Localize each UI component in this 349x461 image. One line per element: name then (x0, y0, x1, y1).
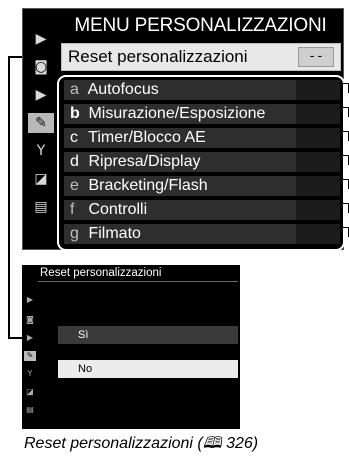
group-label: Controlli (88, 201, 148, 218)
figure-caption: Reset personalizzazioni (🕮 326) (24, 432, 258, 459)
group-item-controls[interactable]: f Controlli (64, 200, 340, 220)
group-item-metering[interactable]: b Misurazione/Esposizione (64, 104, 340, 124)
camera-icon: ◙ (26, 315, 34, 324)
wrench-icon: Y (27, 369, 33, 378)
group-item-bracketing-flash[interactable]: e Bracketing/Flash (64, 176, 340, 196)
group-letter: a (70, 81, 79, 98)
group-letter: d (70, 153, 79, 170)
group-letter: b (70, 105, 80, 122)
group-letter: g (70, 225, 79, 242)
movie-icon: ▶ (26, 333, 34, 342)
camera-icon[interactable]: ◙ (30, 57, 52, 77)
my-menu-icon[interactable]: ▤ (30, 197, 52, 217)
submenu-tab-strip: ▶ ◙ ▶ ✎ Y ◪ ▤ (22, 285, 38, 425)
group-letter: f (70, 201, 75, 218)
group-item-movie[interactable]: g Filmato (64, 224, 340, 244)
option-no[interactable]: No (58, 360, 238, 378)
title-divider (38, 281, 238, 282)
reset-custom-settings-item[interactable]: Reset personalizzazioni -- (61, 43, 341, 71)
group-label: Timer/Blocco AE (88, 129, 206, 146)
wrench-icon[interactable]: Y (30, 141, 52, 161)
callout-tick (339, 107, 349, 117)
menu-title: MENU PERSONALIZZAZIONI (74, 15, 327, 36)
submenu-title: Reset personalizzazioni (40, 267, 162, 279)
callout-tick (339, 155, 349, 165)
playback-icon[interactable]: ▶ (30, 29, 52, 49)
group-letter: e (70, 177, 79, 194)
callout-tick (339, 83, 349, 93)
caption-close: ) (252, 435, 259, 452)
group-label: Filmato (88, 225, 141, 242)
callout-tick (339, 179, 349, 189)
group-label: Autofocus (87, 81, 159, 98)
reset-label: Reset personalizzazioni (68, 47, 248, 66)
menu-tab-strip: ▶ ◙ ▶ ✎ Y ◪ ▤ (23, 9, 58, 249)
group-item-autofocus[interactable]: a Autofocus (64, 80, 340, 100)
callout-tick (339, 227, 349, 237)
retouch-icon[interactable]: ◪ (30, 169, 52, 189)
group-label: Ripresa/Display (88, 153, 201, 170)
group-item-timers[interactable]: c Timer/Blocco AE (64, 128, 340, 148)
group-item-shooting-display[interactable]: d Ripresa/Display (64, 152, 340, 172)
pencil-icon: ✎ (24, 351, 36, 361)
pencil-icon[interactable]: ✎ (28, 113, 54, 133)
playback-icon: ▶ (26, 295, 34, 304)
callout-tick (339, 203, 349, 213)
settings-group-list: a Autofocus b Misurazione/Esposizione c … (57, 75, 345, 251)
callout-tick (339, 131, 349, 141)
option-yes[interactable]: Sì (58, 326, 238, 344)
connector-line (8, 56, 10, 339)
group-letter: c (70, 129, 78, 146)
page-reference: 326 (226, 435, 253, 452)
group-label: Misurazione/Esposizione (88, 105, 266, 122)
group-label: Bracketing/Flash (88, 177, 208, 194)
reset-value: -- (298, 47, 334, 67)
caption-text: Reset personalizzazioni ( (24, 435, 203, 452)
custom-settings-menu-screen: ▶ ◙ ▶ ✎ Y ◪ ▤ MENU PERSONALIZZAZIONI Res… (22, 8, 345, 251)
book-icon: 🕮 (202, 435, 222, 452)
retouch-icon: ◪ (26, 387, 34, 396)
movie-icon[interactable]: ▶ (30, 85, 52, 105)
my-menu-icon: ▤ (26, 405, 34, 414)
reset-confirmation-screen: Reset personalizzazioni ▶ ◙ ▶ ✎ Y ◪ ▤ Sì… (22, 265, 240, 429)
